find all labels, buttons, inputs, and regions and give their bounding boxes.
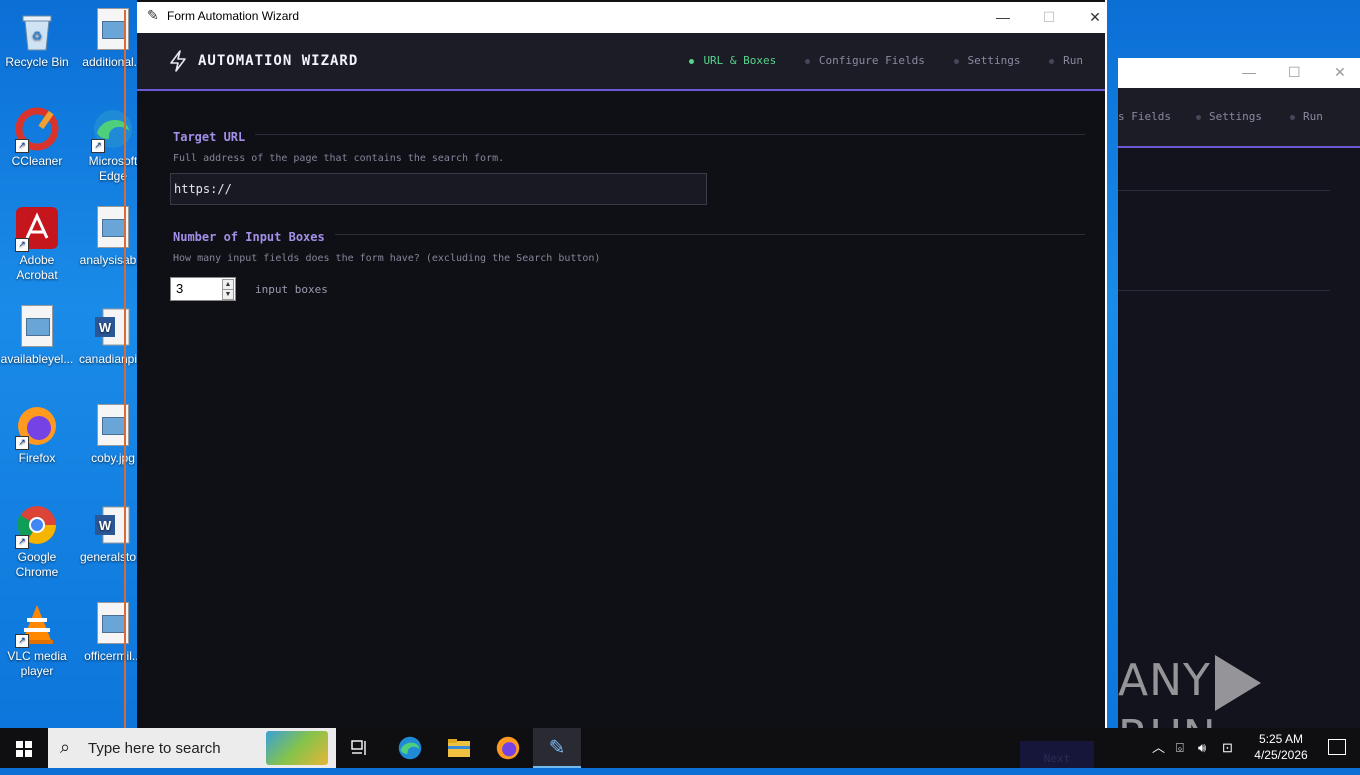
feather-app-taskbar-icon[interactable]: ✎ (533, 728, 581, 768)
step-settings: Settings (953, 54, 1021, 67)
image-file-icon (91, 206, 135, 250)
input-boxes-section: Number of Input Boxes How many input fie… (173, 226, 1085, 264)
feather-icon: ✎ (147, 7, 159, 23)
bg-wizard-header: s Fields Settings Run (1118, 88, 1360, 148)
image-file-icon (15, 305, 59, 349)
desktop-icon-availableyel[interactable]: availableyel... (0, 305, 74, 367)
wizard-header: AUTOMATION WIZARD URL & Boxes Configure … (137, 33, 1105, 91)
clock-date: 4/25/2026 (1254, 748, 1308, 762)
svg-text:W: W (99, 320, 112, 335)
bg-minimize-icon[interactable]: — (1242, 64, 1256, 80)
meet-now-icon[interactable]: ⌺ (1176, 728, 1184, 768)
network-icon[interactable]: ⊡ (1222, 728, 1233, 768)
divider (1118, 290, 1330, 291)
step-configure-fields: Configure Fields (804, 54, 925, 67)
section-divider (173, 134, 1085, 135)
image-file-icon (91, 404, 135, 448)
target-url-section: Target URL Full address of the page that… (173, 126, 1085, 164)
notifications-icon[interactable] (1328, 739, 1346, 755)
image-file-icon (91, 8, 135, 52)
spin-down-icon[interactable]: ▼ (222, 289, 234, 300)
divider (1118, 190, 1330, 191)
input-boxes-description: How many input fields does the form have… (173, 253, 601, 264)
background-window[interactable]: — ☐ ✕ s Fields Settings Run (1118, 58, 1360, 728)
target-url-label: Target URL (173, 130, 256, 144)
target-url-description: Full address of the page that contains t… (173, 153, 505, 164)
bg-maximize-icon[interactable]: ☐ (1288, 64, 1301, 81)
image-file-icon (91, 602, 135, 646)
window-resize-guide (124, 10, 126, 768)
firefox-taskbar-icon[interactable] (484, 728, 532, 768)
show-hidden-icons-chevron-up-icon[interactable]: ︿ (1152, 728, 1165, 768)
task-view-icon[interactable] (336, 728, 384, 768)
step-dot (1049, 58, 1055, 64)
word-doc-icon: W (91, 305, 135, 349)
bg-close-icon[interactable]: ✕ (1334, 64, 1346, 81)
lightning-icon (167, 50, 189, 78)
desktop-icon-chrome[interactable]: ↗ Google Chrome (0, 503, 74, 580)
desktop-icon-vlc[interactable]: ↗ VLC media player (0, 602, 74, 679)
search-highlight-image (266, 731, 328, 765)
svg-text:♻: ♻ (32, 29, 43, 43)
desktop-icon-firefox[interactable]: ↗ Firefox (0, 404, 74, 466)
bg-step: s Fields (1118, 110, 1171, 123)
search-placeholder: Type here to search (88, 740, 221, 757)
step-dot (953, 58, 959, 64)
input-boxes-label: Number of Input Boxes (173, 230, 335, 244)
acrobat-icon: ↗ (15, 206, 59, 252)
volume-icon[interactable]: 🔊︎ (1198, 728, 1206, 768)
next-button[interactable]: Next (1020, 741, 1094, 768)
chrome-icon: ↗ (15, 503, 59, 549)
desktop-icon-recycle-bin[interactable]: ♻ Recycle Bin (0, 8, 74, 70)
start-button[interactable] (0, 728, 48, 768)
recycle-bin-icon: ♻ (15, 8, 59, 52)
minimize-button[interactable]: — (983, 5, 1023, 31)
bg-titlebar[interactable]: — ☐ ✕ (1118, 58, 1360, 88)
search-icon: ⌕ (60, 737, 71, 757)
play-icon (1214, 655, 1261, 711)
file-explorer-icon[interactable] (435, 728, 483, 768)
step-dot (804, 58, 810, 64)
window-titlebar[interactable]: ✎ Form Automation Wizard — ☐ ✕ (137, 0, 1105, 33)
edge-icon: ↗ (91, 107, 135, 153)
bg-step: Settings (1196, 110, 1262, 123)
edge-taskbar-icon[interactable] (386, 728, 434, 768)
taskbar-search-box[interactable]: ⌕ Type here to search (48, 728, 336, 768)
input-boxes-suffix: input boxes (255, 283, 328, 296)
close-button[interactable]: ✕ (1075, 5, 1115, 31)
input-boxes-spinbox[interactable]: 3 ▲ ▼ (170, 277, 236, 301)
windows-logo-icon (16, 741, 32, 757)
word-doc-icon: W (91, 503, 135, 547)
firefox-icon: ↗ (15, 404, 59, 450)
wizard-title: AUTOMATION WIZARD (198, 53, 359, 69)
maximize-button[interactable]: ☐ (1029, 5, 1069, 31)
taskbar: ⌕ Type here to search ✎ ︿ ⌺ 🔊︎ ⊡ 5:25 AM… (0, 728, 1360, 768)
vlc-icon: ↗ (15, 602, 59, 648)
clock-time: 5:25 AM (1258, 732, 1304, 746)
target-url-input[interactable]: https:// (170, 173, 707, 205)
wizard-steps: URL & Boxes Configure Fields Settings Ru… (667, 54, 1083, 67)
taskbar-clock[interactable]: 5:25 AM 4/25/2026 (1250, 731, 1312, 763)
window-title: Form Automation Wizard (167, 9, 300, 23)
step-dot (689, 58, 695, 64)
step-run: Run (1049, 54, 1083, 67)
bg-step: Run (1290, 110, 1323, 123)
spinbox-value[interactable]: 3 (176, 281, 183, 296)
ccleaner-icon: ↗ (15, 107, 59, 153)
form-automation-wizard-window[interactable]: ✎ Form Automation Wizard — ☐ ✕ AUTOMATIO… (137, 0, 1107, 728)
svg-text:W: W (99, 518, 112, 533)
step-url-boxes: URL & Boxes (689, 54, 776, 67)
desktop-icon-acrobat[interactable]: ↗ Adobe Acrobat (0, 206, 74, 283)
desktop-icon-ccleaner[interactable]: ↗ CCleaner (0, 107, 74, 169)
